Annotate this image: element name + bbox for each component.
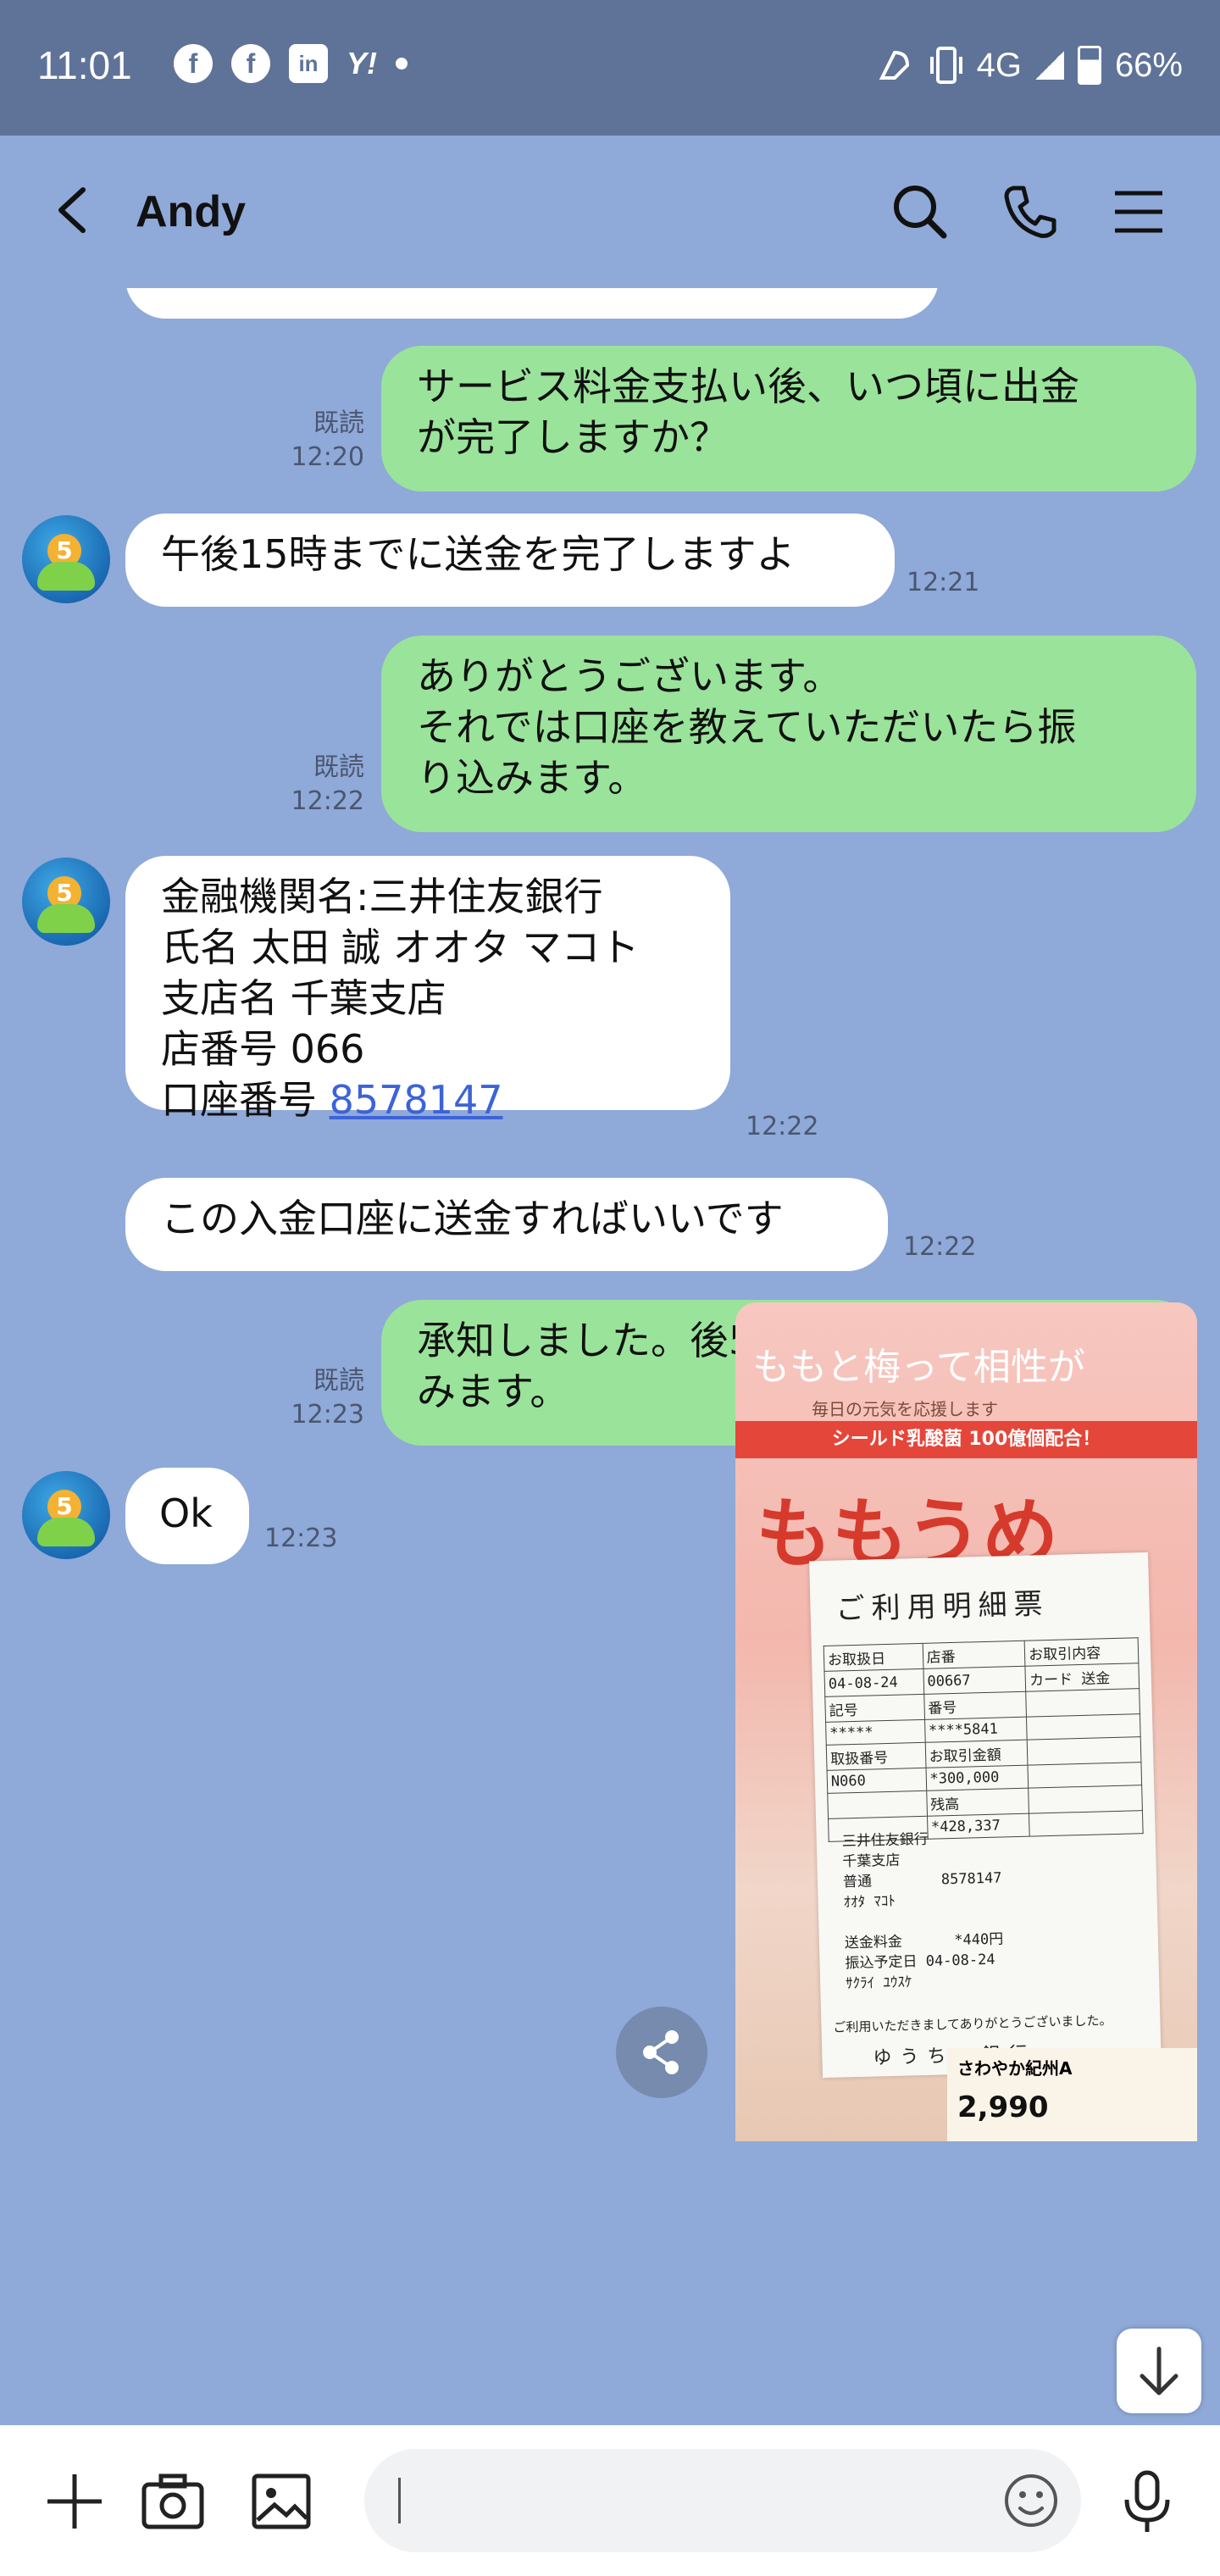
receipt-details: 三井住友銀行 千葉支店 普通 8578147 ｵｵﾀ ﾏｺﾄ 送金料金 *440… (841, 1830, 1004, 1993)
read-receipt: 既読 (313, 752, 364, 782)
arrow-down-icon (1140, 2346, 1178, 2396)
status-bar: 11:01 f f in Y! 4G 66% (0, 0, 1220, 136)
nfc-icon (879, 50, 909, 80)
receipt-table: お取扱日 店番 お取引内容 04-08-24 00667 カード 送金 記号 番号 ***… (824, 1637, 1144, 1842)
contact-avatar[interactable]: 5 (22, 1471, 110, 1559)
message-input[interactable] (364, 2449, 1081, 2552)
menu-icon[interactable] (1106, 180, 1171, 244)
linkedin-icon: in (289, 44, 328, 83)
contact-avatar[interactable]: 5 (22, 515, 110, 603)
contact-avatar[interactable]: 5 (22, 858, 110, 946)
photo-top-text: ももと梅って相性が (752, 1346, 1085, 1389)
message-line: 金融機関名:三井住友銀行 (161, 874, 603, 919)
battery-icon (1077, 46, 1101, 85)
message-bubble-incoming[interactable]: Ok (125, 1468, 249, 1564)
message-bubble-outgoing[interactable]: サービス料金支払い後、いつ頃に出金 が完了しますか？ (381, 346, 1196, 491)
message-bubble-incoming[interactable]: 午後15時までに送金を完了しますよ (125, 514, 895, 607)
battery-percent: 66% (1114, 46, 1183, 84)
search-icon[interactable] (888, 180, 952, 244)
read-receipt: 既読 (313, 1366, 364, 1396)
message-bubble-incoming[interactable]: この入金口座に送金すればいいです (125, 1178, 888, 1271)
message-line: 口座番号 8578147 (161, 1074, 695, 1125)
photo-sub-text: 毎日の元気を応援します (812, 1399, 998, 1419)
account-number-link[interactable]: 8578147 (330, 1077, 503, 1123)
message-meta: 既読 12:23 (280, 1364, 364, 1432)
message-line: 氏名 太田 誠 オオタ マコト (161, 924, 640, 970)
plus-icon[interactable] (41, 2468, 108, 2535)
share-icon (643, 2030, 679, 2074)
contact-name[interactable]: Andy (136, 186, 246, 237)
shelf-price: 2,990 (957, 2090, 1049, 2124)
message-bubble-incoming[interactable]: 金融機関名:三井住友銀行 氏名 太田 誠 オオタ マコト 支店名 千葉支店 店番… (125, 856, 730, 1123)
message-line: 店番号 066 (161, 1026, 365, 1072)
camera-icon[interactable] (139, 2468, 207, 2535)
message-meta: 既読 12:22 (280, 751, 364, 819)
scroll-to-bottom-button[interactable] (1117, 2329, 1201, 2413)
back-arrow-icon[interactable] (51, 185, 93, 236)
phone-icon[interactable] (998, 180, 1062, 244)
account-label: 口座番号 (161, 1077, 330, 1123)
emoji-icon[interactable] (1001, 2471, 1061, 2530)
receipt: ご利用明細票 お取扱日 店番 お取引内容 04-08-24 00667 カード 送金 記… (809, 1552, 1162, 2079)
message-bubble-partial[interactable] (125, 288, 939, 319)
message-time: 12:21 (907, 568, 980, 597)
message-input-bar (0, 2425, 1220, 2576)
message-bubble-outgoing[interactable]: ありがとうございます。 それでは口座を教えていただいたら振 り込みます。 (381, 636, 1196, 832)
message-time: 12:20 (291, 442, 364, 472)
receipt-footer: ご利用いただきましてありがとうございました。 (833, 2012, 1112, 2035)
facebook-icon: f (231, 44, 270, 83)
share-button[interactable] (616, 2007, 707, 2098)
status-time: 11:01 (37, 43, 132, 87)
signal-icon (1034, 51, 1064, 80)
message-time: 12:23 (264, 1524, 338, 1553)
receipt-title: ご利用明細票 (835, 1586, 1051, 1627)
more-notifications-dot (396, 58, 408, 69)
system-status: 4G 66% (873, 44, 1183, 86)
text-caret (398, 2478, 401, 2523)
message-time: 12:22 (746, 1112, 819, 1141)
facebook-icon: f (174, 44, 213, 83)
chat-header: Andy (0, 136, 1220, 288)
shelf-label-text: さわやか紀州A (957, 2058, 1073, 2079)
message-line: 支店名 千葉支店 (161, 975, 446, 1021)
photo-message[interactable]: ももと梅って相性が 毎日の元気を応援します シールド乳酸菌 100億個配合！ も… (735, 1302, 1197, 2141)
yahoo-icon: Y! (347, 46, 377, 80)
microphone-icon[interactable] (1113, 2468, 1181, 2535)
message-time: 12:23 (291, 1400, 364, 1430)
network-type: 4G (976, 46, 1022, 84)
message-time: 12:22 (291, 786, 364, 816)
read-receipt: 既読 (313, 408, 364, 438)
vibrate-icon (929, 47, 962, 84)
message-time: 12:22 (903, 1232, 977, 1262)
photo-band-text: シールド乳酸菌 100億個配合！ (735, 1421, 1197, 1458)
message-meta: 既読 12:20 (280, 407, 364, 475)
image-icon[interactable] (247, 2468, 315, 2535)
notification-icons: f f in Y! (174, 44, 408, 83)
